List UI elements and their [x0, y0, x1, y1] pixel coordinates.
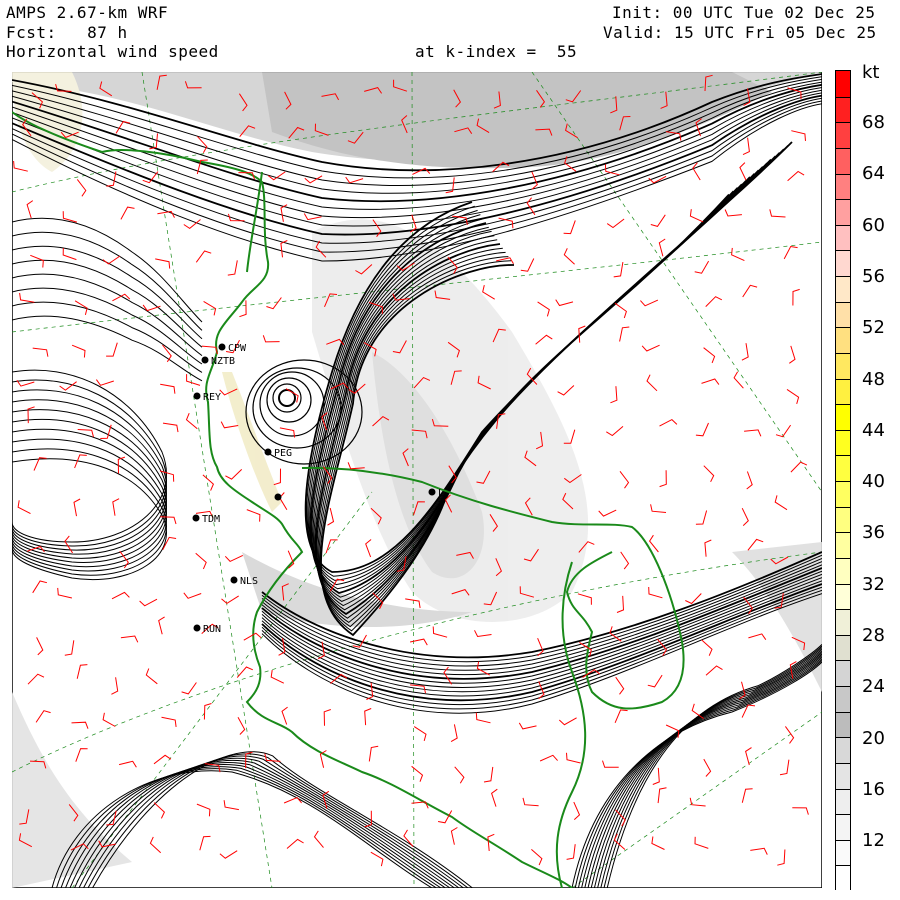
colorbar-segment — [836, 660, 850, 686]
station-dot — [192, 514, 200, 522]
colorbar-label: 64 — [862, 163, 885, 185]
colorbar — [835, 70, 851, 891]
station-label: PEG — [274, 448, 292, 459]
colorbar-segment — [836, 199, 850, 225]
colorbar-segment — [836, 634, 850, 661]
colorbar-unit: kt — [862, 62, 880, 83]
colorbar-segment — [836, 737, 850, 763]
colorbar-segment — [836, 762, 850, 789]
colorbar-segment — [836, 327, 850, 353]
station-dot — [201, 356, 209, 364]
colorbar-segment — [836, 224, 850, 251]
colorbar-label: 52 — [862, 317, 885, 339]
colorbar-segment — [836, 609, 850, 635]
station-label: TDM — [202, 514, 220, 525]
station-dot — [193, 392, 201, 400]
station-dot — [218, 343, 226, 351]
station-dot — [193, 624, 201, 632]
colorbar-segment — [836, 352, 850, 379]
colorbar-label: 68 — [862, 112, 885, 133]
colorbar-segment — [836, 686, 850, 712]
colorbar-segment — [836, 276, 850, 302]
colorbar-segment — [836, 711, 850, 738]
colorbar-segment — [836, 455, 850, 481]
colorbar-segment — [836, 378, 850, 405]
colorbar-segment — [836, 532, 850, 558]
model-title: AMPS 2.67-km WRF — [6, 3, 169, 22]
station-label: NLS — [240, 576, 258, 587]
colorbar-segment — [836, 814, 850, 840]
colorbar-label: 40 — [862, 471, 885, 493]
colorbar-segment — [836, 122, 850, 148]
valid-time: Valid: 15 UTC Fri 05 Dec 25 — [603, 23, 877, 42]
colorbar-label: 32 — [862, 573, 885, 595]
colorbar-segment — [836, 481, 850, 507]
forecast-hour: Fcst: 87 h — [6, 23, 128, 42]
colorbar-label: 16 — [862, 778, 885, 800]
colorbar-segment — [836, 71, 850, 97]
station-dot — [274, 493, 282, 501]
wind-speed-map: CPW NZTB REY PEG L TDM NLS RUN — [12, 72, 822, 888]
station-label: RUN — [203, 624, 221, 635]
station-dot — [428, 488, 436, 496]
colorbar-segment — [836, 147, 850, 174]
colorbar-label: 48 — [862, 368, 885, 390]
colorbar-segment — [836, 250, 850, 276]
colorbar-segment — [836, 173, 850, 200]
colorbar-segment — [836, 96, 850, 123]
colorbar-segment — [836, 429, 850, 456]
station-label: L — [438, 488, 444, 499]
field-name: Horizontal wind speed — [6, 42, 219, 61]
colorbar-segment — [836, 506, 850, 533]
station-label: NZTB — [211, 356, 235, 367]
colorbar-label: 56 — [862, 265, 885, 287]
colorbar-segment — [836, 788, 850, 815]
colorbar-segment — [836, 404, 850, 430]
station-dot — [230, 576, 238, 584]
colorbar-segment — [836, 839, 850, 866]
colorbar-label: 20 — [862, 727, 885, 749]
colorbar-label: 44 — [862, 419, 885, 441]
colorbar-label: 12 — [862, 830, 885, 852]
colorbar-label: 36 — [862, 522, 885, 544]
colorbar-segment — [836, 557, 850, 584]
colorbar-segment — [836, 301, 850, 328]
level-label: at k-index = 55 — [415, 42, 578, 61]
colorbar-segment — [836, 583, 850, 610]
colorbar-label: 28 — [862, 625, 885, 646]
station-label: CPW — [228, 343, 247, 354]
station-label: REY — [203, 392, 221, 403]
station-dot — [264, 448, 272, 456]
colorbar-label: 60 — [862, 214, 885, 236]
colorbar-segment — [836, 865, 850, 891]
init-time: Init: 00 UTC Tue 02 Dec 25 — [612, 3, 876, 22]
colorbar-label: 24 — [862, 676, 885, 698]
